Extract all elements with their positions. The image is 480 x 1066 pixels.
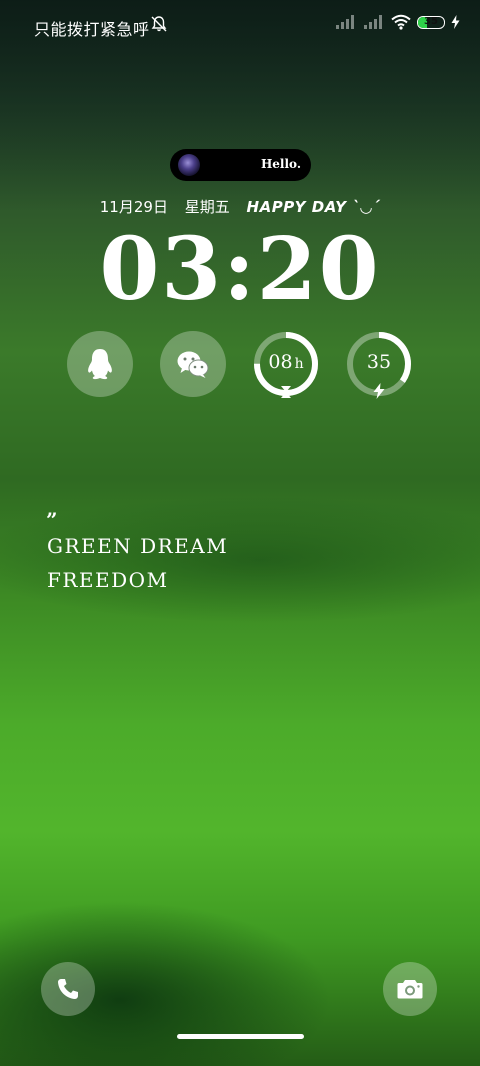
battery-widget-value: 35	[366, 351, 392, 373]
date-row: 11月29日 星期五 HAPPY DAY ˋ◡ˊ	[0, 196, 480, 217]
signal-icon	[364, 15, 382, 29]
carrier-text: 只能拨打紧急呼	[34, 20, 150, 39]
hours-unit: h	[294, 356, 304, 372]
qq-shortcut[interactable]	[67, 331, 133, 397]
charging-bolt-icon	[451, 15, 460, 29]
hours-value: 08	[268, 351, 293, 373]
hourglass-icon	[281, 386, 291, 398]
hours-readout: 08 h	[253, 351, 319, 373]
quote-line-2: FREEDOM	[47, 568, 169, 592]
wifi-icon	[391, 14, 411, 30]
charging-bolt-icon	[373, 383, 385, 399]
quote-line-1: GREEN DREAM	[47, 534, 229, 558]
wechat-shortcut[interactable]	[160, 331, 226, 397]
notification-pill[interactable]: Hello.	[170, 149, 311, 181]
qq-penguin-icon	[88, 349, 112, 380]
status-bar: 只能拨打紧急呼 35	[0, 0, 480, 50]
battery-widget[interactable]: 35	[346, 331, 412, 399]
bell-off-icon	[151, 16, 167, 32]
camera-icon	[397, 980, 423, 999]
lock-screen: 只能拨打紧急呼 35 Hello. 11月29日 星期五 HAPPY DAY ˋ…	[0, 0, 480, 1066]
tagline-text: HAPPY DAY ˋ◡ˊ	[246, 198, 381, 216]
clock-time: 03:20	[99, 219, 381, 320]
wechat-icon	[177, 351, 209, 378]
home-indicator[interactable]	[177, 1034, 304, 1039]
hours-widget[interactable]: 08 h	[253, 331, 319, 398]
camera-lens-icon	[178, 154, 200, 176]
camera-button[interactable]	[383, 962, 437, 1016]
phone-icon	[58, 979, 78, 999]
battery-icon: 35	[417, 15, 445, 29]
weekday-text: 星期五	[184, 198, 230, 216]
phone-button[interactable]	[41, 962, 95, 1016]
pill-greeting: Hello.	[260, 157, 301, 171]
signal-icon	[336, 15, 354, 29]
date-text: 11月29日	[99, 198, 168, 216]
battery-level: 35	[424, 15, 438, 27]
quote-mark: ”	[46, 508, 58, 532]
